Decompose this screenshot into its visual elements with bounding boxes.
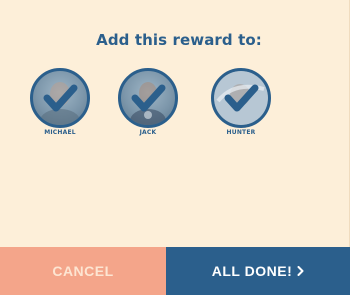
avatar	[30, 68, 90, 128]
checkmark-icon	[43, 84, 78, 112]
all-done-button-label: ALL DONE!	[211, 263, 293, 279]
avatar	[118, 68, 178, 128]
kid-option-jack[interactable]: JACK	[108, 68, 188, 148]
kid-selector: MICHAEL JACK HUNTER	[0, 68, 350, 148]
checkmark-icon	[131, 84, 166, 112]
avatar	[211, 68, 271, 128]
kid-name: MICHAEL	[44, 129, 76, 136]
all-done-button[interactable]: ALL DONE!	[166, 247, 350, 295]
dialog-title: Add this reward to:	[96, 31, 262, 49]
kid-name: JACK	[139, 129, 157, 136]
dialog-footer: CANCEL ALL DONE!	[0, 247, 350, 295]
chevron-right-icon	[297, 266, 304, 276]
kid-option-hunter[interactable]: HUNTER	[201, 68, 281, 148]
reward-assign-panel: Add this reward to: MICHAEL JACK HUNTER …	[0, 0, 350, 295]
cancel-button-label: CANCEL	[52, 263, 114, 279]
kid-option-michael[interactable]: MICHAEL	[20, 68, 100, 148]
cancel-button[interactable]: CANCEL	[0, 247, 166, 295]
kid-name: HUNTER	[226, 129, 256, 136]
checkmark-icon	[224, 84, 259, 112]
